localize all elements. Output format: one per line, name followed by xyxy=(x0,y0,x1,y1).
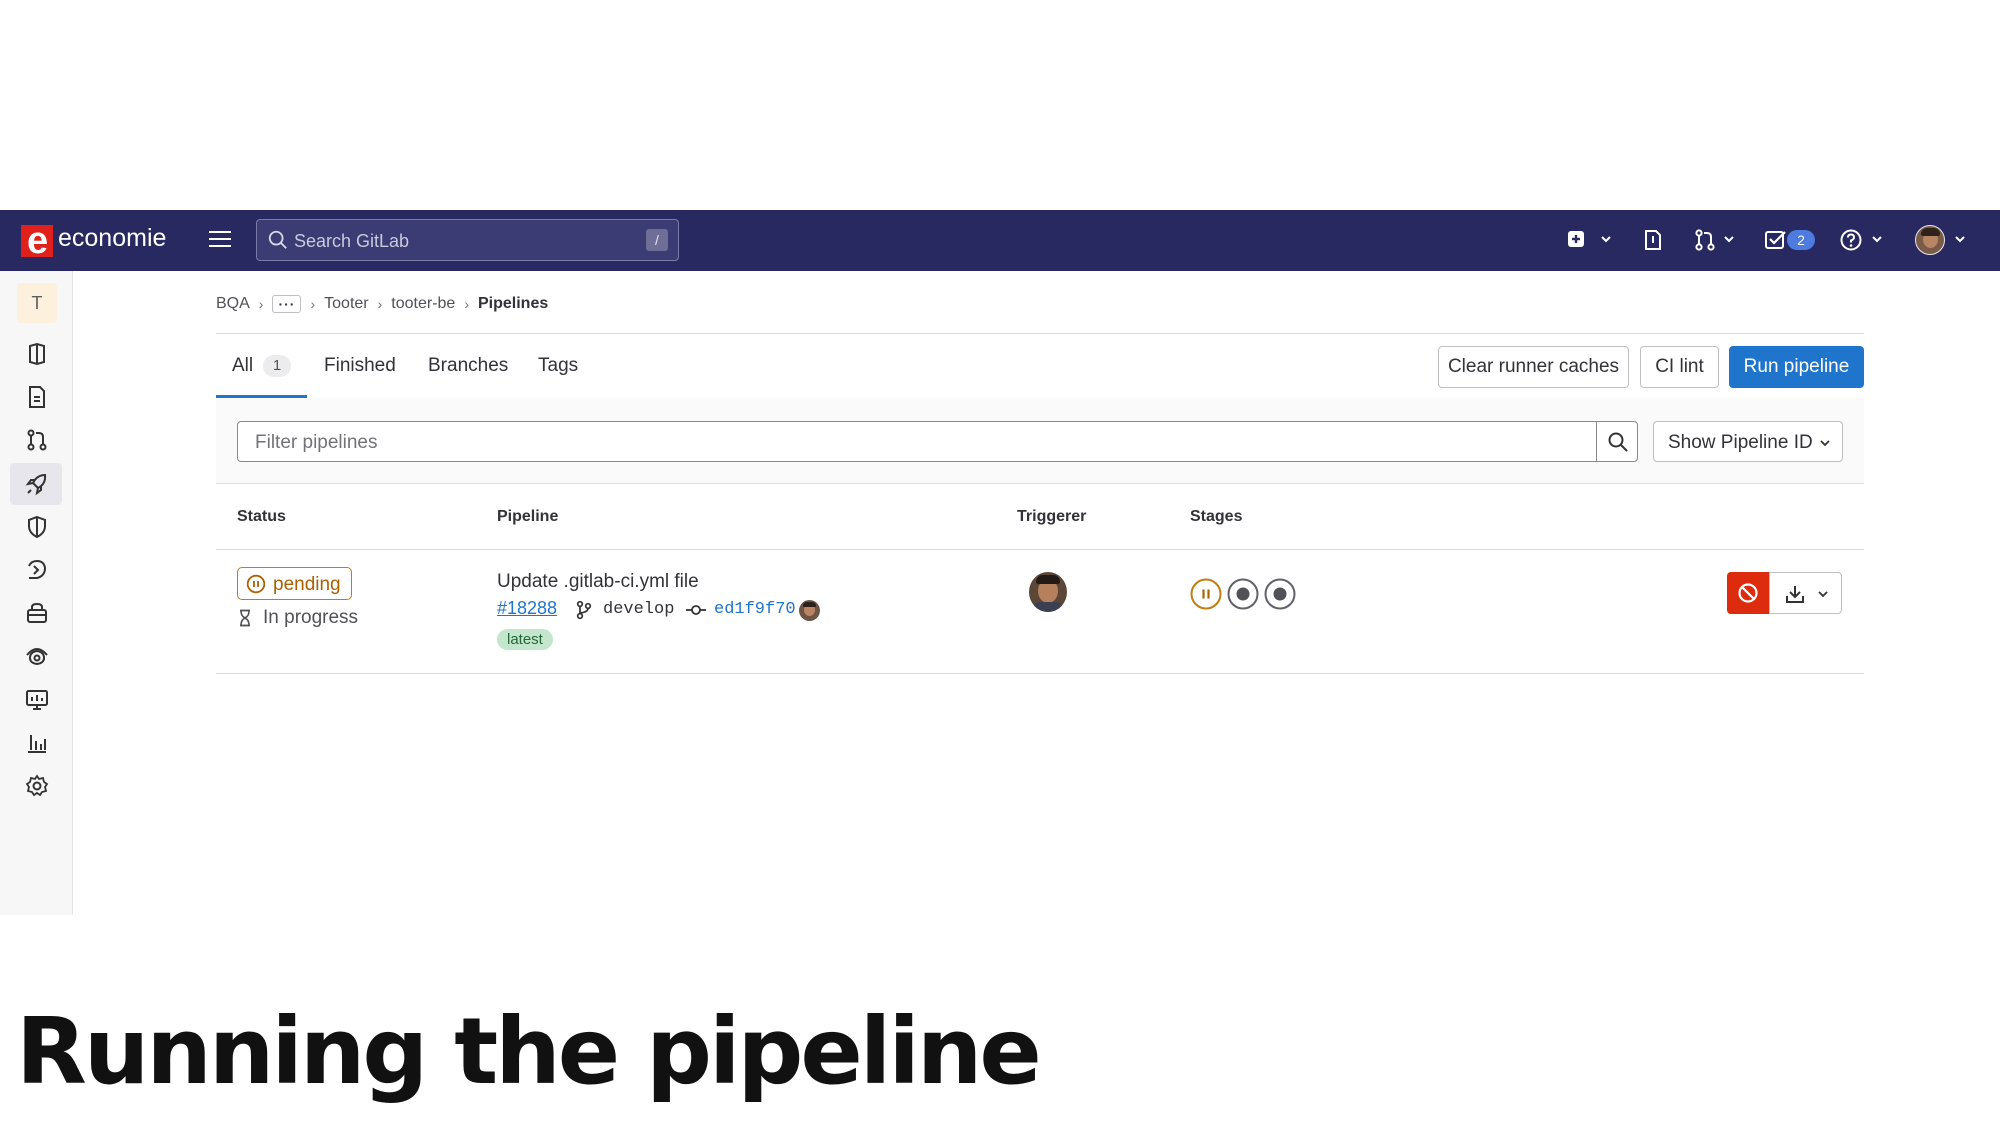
tab-all[interactable]: All xyxy=(232,355,253,377)
filter-bar: Filter pipelines Show Pipeline ID xyxy=(216,398,1864,484)
divider xyxy=(216,333,1864,334)
status-badge[interactable]: pending xyxy=(237,567,352,600)
tab-all-count-badge: 1 xyxy=(263,355,291,377)
brand-name[interactable]: economie xyxy=(58,224,166,253)
search-icon xyxy=(1608,432,1628,452)
download-icon xyxy=(1786,586,1804,603)
search-icon xyxy=(268,230,287,249)
clear-runner-caches-button[interactable]: Clear runner caches xyxy=(1438,346,1629,388)
latest-badge: latest xyxy=(497,629,553,650)
chevron-down-icon[interactable] xyxy=(1870,232,1884,246)
show-pipeline-id-dropdown[interactable]: Show Pipeline ID xyxy=(1653,421,1843,462)
top-navbar: e economie Search GitLab / 2 xyxy=(0,210,2000,271)
download-artifacts-dropdown[interactable] xyxy=(1769,572,1842,614)
create-new-icon[interactable] xyxy=(1564,227,1590,253)
search-shortcut-key: / xyxy=(646,229,668,251)
packages-icon[interactable] xyxy=(23,599,51,627)
infrastructure-icon[interactable] xyxy=(23,643,51,671)
chevron-down-icon[interactable] xyxy=(1722,232,1736,246)
deployments-icon[interactable] xyxy=(23,556,51,584)
cancel-icon xyxy=(1738,583,1758,603)
duration-status: In progress xyxy=(238,607,358,629)
search-placeholder: Search GitLab xyxy=(294,231,410,251)
cancel-pipeline-button[interactable] xyxy=(1727,572,1769,614)
user-avatar[interactable] xyxy=(1915,225,1945,255)
breadcrumb-item-tooter-be[interactable]: tooter-be xyxy=(391,295,455,313)
chevron-down-icon xyxy=(1818,591,1828,598)
todo-count-badge[interactable]: 2 xyxy=(1787,230,1815,250)
commit-author-avatar[interactable] xyxy=(799,600,820,621)
merge-requests-icon[interactable] xyxy=(1692,227,1718,253)
breadcrumb-separator-icon: › xyxy=(258,296,264,312)
monitor-icon[interactable] xyxy=(23,686,51,714)
stage-created-icon[interactable] xyxy=(1227,578,1259,610)
in-progress-text: In progress xyxy=(263,607,359,628)
tab-branches[interactable]: Branches xyxy=(428,355,508,377)
column-header-status: Status xyxy=(237,508,286,525)
breadcrumb-separator-icon: › xyxy=(377,296,383,312)
help-icon[interactable] xyxy=(1838,227,1864,253)
chevron-down-icon[interactable] xyxy=(1599,232,1613,246)
filter-search-button[interactable] xyxy=(1596,421,1638,462)
issues-icon[interactable] xyxy=(23,383,51,411)
breadcrumb-item-tooter[interactable]: Tooter xyxy=(324,295,368,313)
branch-icon xyxy=(576,600,592,620)
branch-name-link[interactable]: develop xyxy=(603,600,674,619)
breadcrumb-separator-icon: › xyxy=(464,296,469,312)
pipeline-id-link[interactable]: #18288 xyxy=(497,598,557,619)
project-avatar[interactable]: T xyxy=(17,283,57,323)
breadcrumb-ellipsis-button[interactable]: ··· xyxy=(272,295,302,313)
commit-title-link[interactable]: Update .gitlab-ci.yml file xyxy=(497,571,699,593)
ci-lint-button[interactable]: CI lint xyxy=(1640,346,1719,388)
merge-requests-icon[interactable] xyxy=(23,426,51,454)
divider xyxy=(216,673,1864,674)
search-input[interactable]: Search GitLab / xyxy=(256,219,679,261)
breadcrumb-item-pipelines[interactable]: Pipelines xyxy=(478,295,548,313)
stage-pending-icon[interactable] xyxy=(1190,578,1222,610)
pause-status-icon xyxy=(246,574,266,594)
breadcrumb-separator-icon: › xyxy=(310,296,316,312)
run-pipeline-button[interactable]: Run pipeline xyxy=(1729,346,1864,388)
commit-icon xyxy=(686,605,706,615)
column-header-pipeline: Pipeline xyxy=(497,508,559,525)
hamburger-menu-icon[interactable] xyxy=(209,231,231,249)
status-label: pending xyxy=(273,574,341,595)
tab-tags[interactable]: Tags xyxy=(538,355,578,377)
breadcrumb: BQA › ··· › Tooter › tooter-be › Pipelin… xyxy=(216,294,548,314)
column-header-stages: Stages xyxy=(1190,508,1243,525)
issues-icon[interactable] xyxy=(1640,227,1666,253)
breadcrumb-item-bqa[interactable]: BQA xyxy=(216,295,250,313)
tab-finished[interactable]: Finished xyxy=(324,355,396,377)
filter-placeholder: Filter pipelines xyxy=(255,432,378,453)
triggerer-avatar[interactable] xyxy=(1029,572,1067,612)
commit-sha-link[interactable]: ed1f9f70 xyxy=(714,600,796,619)
security-shield-icon[interactable] xyxy=(23,513,51,541)
chevron-down-icon[interactable] xyxy=(1953,232,1967,246)
column-header-triggerer: Triggerer xyxy=(1017,508,1087,525)
ci-cd-rocket-icon[interactable] xyxy=(23,470,51,498)
project-overview-icon[interactable] xyxy=(23,340,51,368)
settings-gear-icon[interactable] xyxy=(23,772,51,800)
slide-title: Running the pipeline xyxy=(16,998,1042,1105)
analytics-icon[interactable] xyxy=(23,729,51,757)
chevron-down-icon xyxy=(1820,440,1830,447)
brand-logo[interactable]: e xyxy=(21,220,53,262)
project-sidebar: T xyxy=(0,271,73,915)
show-pipeline-id-label: Show Pipeline ID xyxy=(1668,432,1813,453)
stage-created-icon[interactable] xyxy=(1264,578,1296,610)
filter-pipelines-input[interactable]: Filter pipelines xyxy=(237,421,1596,462)
divider xyxy=(216,549,1864,550)
hourglass-icon xyxy=(240,609,250,627)
todo-checkbox-icon[interactable] xyxy=(1763,227,1789,253)
